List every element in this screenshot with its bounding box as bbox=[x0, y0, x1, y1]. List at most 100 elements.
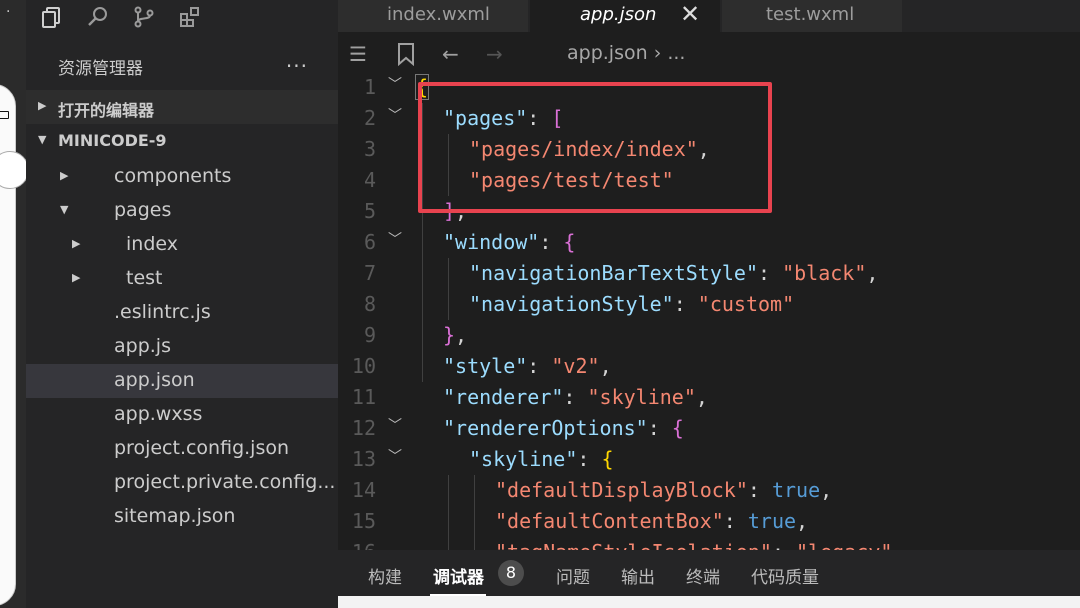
fold-chevron-icon[interactable]: ﹀ bbox=[388, 105, 402, 125]
code-line: 13 ﹀ "skyline": { bbox=[338, 444, 1080, 475]
line-number: 6 bbox=[363, 230, 376, 254]
line-number: 13 bbox=[351, 447, 376, 471]
code-text: "window": { bbox=[443, 230, 576, 254]
tab-output[interactable]: 输出 bbox=[621, 563, 655, 588]
phone-simulator[interactable] bbox=[0, 84, 29, 606]
code-text: "renderer": "skyline", bbox=[443, 385, 708, 409]
extensions-icon[interactable] bbox=[178, 5, 202, 29]
tab-index-wxml[interactable]: index.wxml bbox=[338, 0, 528, 32]
code-line: 10 "style": "v2", bbox=[338, 351, 1080, 382]
project-section[interactable]: ▼ MINICODE-9 bbox=[26, 124, 338, 158]
editor-tabs: index.wxml app.json ✕ test.wxml bbox=[338, 0, 1080, 32]
brace: { bbox=[671, 416, 684, 440]
project-label: MINICODE-9 bbox=[58, 131, 167, 150]
panel-content-strip bbox=[338, 596, 1080, 608]
json-key: "navigationBarTextStyle" bbox=[469, 261, 758, 285]
json-string: "custom" bbox=[697, 292, 795, 316]
code-line: 8 "navigationStyle": "custom" bbox=[338, 289, 1080, 320]
code-text: "style": "v2", bbox=[443, 354, 612, 378]
tree-item-pages[interactable]: ▼ pages bbox=[26, 194, 338, 228]
chevron-right-icon: ▶ bbox=[38, 99, 47, 112]
code-line: 12 ﹀ "rendererOptions": { bbox=[338, 413, 1080, 444]
more-actions-icon[interactable]: ... bbox=[286, 48, 308, 72]
tree-item-app-js[interactable]: app.js bbox=[26, 330, 338, 364]
tree-item-sitemap[interactable]: sitemap.json bbox=[26, 500, 338, 534]
back-arrow-icon[interactable]: ← bbox=[442, 42, 459, 66]
json-string: "v2" bbox=[551, 354, 600, 378]
json-boolean: true bbox=[771, 478, 821, 502]
tab-problems[interactable]: 问题 bbox=[556, 563, 590, 588]
chevron-right-icon: ▶ bbox=[60, 169, 69, 182]
capsule-button[interactable] bbox=[0, 151, 29, 189]
tab-debugger[interactable]: 调试器 bbox=[433, 563, 484, 588]
line-number: 3 bbox=[363, 137, 376, 161]
tree-item-components[interactable]: ▶ components bbox=[26, 160, 338, 194]
open-editors-section[interactable]: ▶ 打开的编辑器 bbox=[26, 90, 338, 124]
tree-item-index[interactable]: ▶ index bbox=[26, 228, 338, 262]
tree-item-label: pages bbox=[114, 199, 172, 221]
forward-arrow-icon[interactable]: → bbox=[486, 42, 503, 66]
code-text: }, bbox=[443, 323, 468, 347]
json-key: "defaultDisplayBlock" bbox=[495, 478, 748, 502]
search-icon[interactable] bbox=[86, 5, 110, 29]
tab-terminal[interactable]: 终端 bbox=[686, 563, 720, 588]
fold-chevron-icon[interactable]: ﹀ bbox=[388, 415, 402, 435]
code-text: "defaultContentBox": true, bbox=[495, 509, 809, 533]
breadcrumb-path[interactable]: app.json › ... bbox=[567, 42, 685, 64]
fold-chevron-icon[interactable]: ﹀ bbox=[388, 74, 402, 94]
tree-item-label: components bbox=[114, 165, 232, 187]
json-key: "rendererOptions" bbox=[443, 416, 648, 440]
line-number: 4 bbox=[363, 168, 376, 192]
tab-label: index.wxml bbox=[387, 4, 490, 25]
code-text: "rendererOptions": { bbox=[443, 416, 684, 440]
line-number: 5 bbox=[363, 199, 376, 223]
tree-item-app-wxss[interactable]: app.wxss bbox=[26, 398, 338, 432]
json-key: "style" bbox=[443, 354, 528, 378]
tree-item-project-private-config[interactable]: project.private.config... bbox=[26, 466, 338, 500]
code-line: 7 "navigationBarTextStyle": "black", bbox=[338, 258, 1080, 289]
code-line: 11 "renderer": "skyline", bbox=[338, 382, 1080, 413]
tab-app-json[interactable]: app.json ✕ bbox=[530, 0, 720, 32]
tree-item-test[interactable]: ▶ test bbox=[26, 262, 338, 296]
explorer-title: 资源管理器 bbox=[58, 59, 143, 79]
code-line: 14 "defaultDisplayBlock": true, bbox=[338, 475, 1080, 506]
tree-item-label: app.json bbox=[114, 369, 195, 391]
activity-bar bbox=[26, 0, 352, 34]
code-text: "tagNameStyleIsolation": "legacy" bbox=[495, 540, 892, 550]
outline-list-icon[interactable]: ☰ bbox=[349, 42, 367, 66]
tree-item-label: app.wxss bbox=[114, 403, 203, 425]
line-number: 16 bbox=[338, 540, 376, 550]
battery-icon bbox=[0, 111, 9, 119]
fold-chevron-icon[interactable]: ﹀ bbox=[388, 446, 402, 466]
more-dot-icon: · bbox=[6, 4, 11, 20]
json-string: "skyline" bbox=[587, 385, 696, 409]
tab-label: test.wxml bbox=[766, 4, 855, 25]
tree-item-app-json[interactable]: app.json bbox=[26, 364, 338, 398]
tab-build[interactable]: 构建 bbox=[368, 563, 402, 588]
brace: { bbox=[563, 230, 576, 254]
tree-item-eslintrc[interactable]: .eslintrc.js bbox=[26, 296, 338, 330]
tab-test-wxml[interactable]: test.wxml bbox=[722, 0, 902, 32]
simulator-edge: · bbox=[0, 0, 29, 608]
tree-item-label: project.private.config... bbox=[114, 471, 336, 493]
json-key: "renderer" bbox=[443, 385, 564, 409]
code-line: 6 ﹀ "window": { bbox=[338, 227, 1080, 258]
brace: { bbox=[601, 447, 614, 471]
close-icon[interactable]: ✕ bbox=[680, 0, 700, 28]
debugger-count-badge: 8 bbox=[498, 560, 524, 586]
copy-files-icon[interactable] bbox=[40, 5, 64, 29]
brace: } bbox=[443, 323, 456, 347]
explorer-header: 资源管理器 ... bbox=[26, 44, 338, 84]
code-line: 9 }, bbox=[338, 320, 1080, 351]
json-key: "window" bbox=[443, 230, 540, 254]
bookmark-icon[interactable] bbox=[396, 42, 416, 66]
code-line: 15 "defaultContentBox": true, bbox=[338, 506, 1080, 537]
tree-item-project-config[interactable]: project.config.json bbox=[26, 432, 338, 466]
line-number: 15 bbox=[351, 509, 376, 533]
code-text: "defaultDisplayBlock": true, bbox=[495, 478, 833, 502]
json-boolean: true bbox=[747, 509, 797, 533]
json-string: "legacy" bbox=[796, 540, 892, 550]
source-control-icon[interactable] bbox=[132, 5, 156, 29]
fold-chevron-icon[interactable]: ﹀ bbox=[388, 229, 402, 249]
tab-code-quality[interactable]: 代码质量 bbox=[751, 563, 819, 588]
